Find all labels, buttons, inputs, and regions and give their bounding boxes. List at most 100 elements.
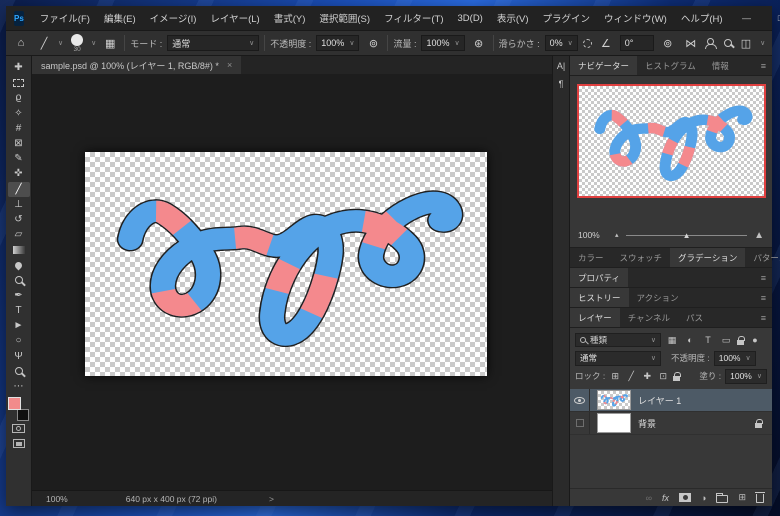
shape-tool[interactable]: ○ [8, 333, 30, 348]
filter-type-layers-icon[interactable]: T [701, 335, 715, 345]
crop-tool[interactable]: # [8, 121, 30, 136]
tab-gradients[interactable]: グラデーション [670, 248, 746, 267]
layer1-visibility-toggle[interactable] [570, 389, 590, 411]
smoothing-dropdown[interactable]: 0% ∨ [544, 35, 578, 51]
document-canvas[interactable] [85, 152, 487, 376]
zoom-out-mountain-icon[interactable]: ▴ [615, 231, 619, 239]
layer-fill-dropdown[interactable]: 100% ∨ [725, 368, 767, 384]
background-color-swatch[interactable] [16, 409, 29, 422]
blur-tool[interactable] [8, 257, 30, 272]
filter-locked-layers-icon[interactable] [737, 335, 745, 345]
smoothing-options-gear-icon[interactable] [582, 38, 592, 48]
color-swatches[interactable] [7, 397, 30, 422]
tab-info[interactable]: 情報 [704, 56, 737, 75]
adjustment-layer-icon[interactable]: ◑ [701, 493, 706, 503]
layer1-name[interactable]: レイヤー 1 [638, 394, 681, 407]
brush-preset-picker[interactable]: 30 [68, 33, 86, 53]
pressure-size-icon[interactable]: ⊚ [659, 37, 677, 50]
panel-menu-icon[interactable]: ≡ [761, 268, 772, 287]
menu-type[interactable]: 書式(Y) [267, 6, 313, 30]
menu-file[interactable]: ファイル(F) [33, 6, 97, 30]
type-tool[interactable]: T [8, 303, 30, 318]
background-name[interactable]: 背景 [638, 417, 656, 430]
background-visibility-toggle[interactable] [570, 412, 590, 434]
magic-wand-tool[interactable]: ✧ [8, 106, 30, 121]
menu-image[interactable]: イメージ(I) [143, 6, 204, 30]
tab-patterns[interactable]: パターン [745, 248, 780, 267]
share-for-review-icon[interactable] [704, 37, 717, 49]
document-tab[interactable]: sample.psd @ 100% (レイヤー 1, RGB/8#) * × [32, 56, 242, 74]
layer-filter-dropdown[interactable]: 種類 ∨ [575, 333, 661, 347]
lock-transparency-icon[interactable]: ⊞ [609, 371, 621, 382]
chevron-down-icon[interactable]: ∨ [91, 39, 96, 47]
pressure-opacity-icon[interactable]: ⊚ [364, 37, 382, 50]
brush-angle-input[interactable]: 0° [619, 35, 654, 51]
lock-pixels-icon[interactable]: ╱ [625, 371, 637, 382]
maximize-button[interactable]: □ [764, 6, 780, 30]
zoom-in-mountain-icon[interactable]: ▲ [754, 230, 764, 241]
screen-mode-button[interactable] [8, 436, 30, 451]
path-selection-tool[interactable]: ► [8, 318, 30, 333]
zoom-tool[interactable] [8, 364, 30, 379]
search-icon[interactable] [723, 39, 732, 47]
menu-edit[interactable]: 編集(E) [97, 6, 143, 30]
tab-navigator[interactable]: ナビゲーター [570, 56, 638, 75]
eraser-tool[interactable]: ▱ [8, 227, 30, 242]
chevron-down-icon[interactable]: ∨ [58, 39, 63, 47]
gradient-tool[interactable] [8, 242, 30, 257]
add-layer-mask-icon[interactable] [679, 493, 692, 502]
layer-row-layer1[interactable]: レイヤー 1 [570, 389, 772, 412]
lock-position-icon[interactable]: ✚ [641, 371, 653, 382]
home-icon[interactable]: ⌂ [12, 37, 30, 49]
workspace-switcher-icon[interactable]: ◫ [741, 37, 751, 50]
edit-toolbar-button[interactable]: ⋯ [8, 379, 30, 394]
minimize-button[interactable]: — [730, 6, 764, 30]
menu-window[interactable]: ウィンドウ(W) [597, 6, 674, 30]
menu-layer[interactable]: レイヤー(L) [203, 6, 266, 30]
foreground-color-swatch[interactable] [7, 397, 21, 411]
pen-tool[interactable]: ✒ [8, 288, 30, 303]
opacity-dropdown[interactable]: 100% ∨ [316, 35, 360, 51]
tab-layers[interactable]: レイヤー [570, 308, 620, 327]
tab-color[interactable]: カラー [570, 248, 612, 267]
tab-channels[interactable]: チャンネル [620, 308, 678, 327]
link-layers-icon[interactable]: ∞ [646, 493, 652, 503]
menu-plugins[interactable]: プラグイン [536, 6, 598, 30]
move-tool[interactable]: ✚ [8, 60, 30, 75]
delete-layer-trash-icon[interactable] [755, 492, 765, 503]
tab-paths[interactable]: パス [678, 308, 711, 327]
tab-history[interactable]: ヒストリー [570, 288, 629, 307]
menu-3d[interactable]: 3D(D) [451, 6, 490, 30]
blend-mode-dropdown[interactable]: 通常 ∨ [167, 35, 260, 51]
tab-properties[interactable]: プロパティ [570, 268, 628, 287]
eyedropper-tool[interactable]: ✎ [8, 151, 30, 166]
new-layer-icon[interactable]: ⊞ [738, 492, 746, 503]
layer-row-background[interactable]: 背景 [570, 412, 772, 435]
layer1-thumbnail[interactable] [597, 390, 631, 410]
dodge-tool[interactable] [8, 273, 30, 288]
lock-all-icon[interactable] [673, 371, 682, 381]
history-brush-tool[interactable]: ↺ [8, 212, 30, 227]
filter-adjustment-layers-icon[interactable]: ◐ [683, 335, 697, 345]
paragraph-panel-icon[interactable]: ¶ [559, 79, 564, 89]
tab-actions[interactable]: アクション [629, 288, 687, 307]
frame-tool[interactable]: ⊠ [8, 136, 30, 151]
filter-pixel-layers-icon[interactable]: ▦ [665, 335, 679, 346]
layer-opacity-dropdown[interactable]: 100% ∨ [713, 350, 756, 366]
navigator-zoom-slider[interactable]: ▲ [625, 231, 748, 240]
tab-swatches[interactable]: スウォッチ [612, 248, 671, 267]
status-options-chevron[interactable]: > [269, 494, 274, 504]
new-group-folder-icon[interactable] [716, 492, 729, 503]
menu-select[interactable]: 選択範囲(S) [312, 6, 377, 30]
lock-artboard-icon[interactable]: ⊡ [657, 371, 669, 382]
menu-filter[interactable]: フィルター(T) [377, 6, 450, 30]
navigator-zoom-value[interactable]: 100% [578, 230, 608, 240]
menu-help[interactable]: ヘルプ(H) [674, 6, 730, 30]
brush-tool[interactable]: ╱ [7, 181, 30, 197]
hand-tool[interactable]: Ψ [8, 349, 30, 364]
navigator-proxy-view[interactable] [577, 84, 766, 198]
chevron-down-icon[interactable]: ∨ [760, 39, 765, 47]
healing-brush-tool[interactable]: ✜ [8, 166, 30, 181]
character-panel-icon[interactable]: A| [557, 61, 565, 71]
filter-toggle-icon[interactable]: ● [748, 335, 762, 345]
